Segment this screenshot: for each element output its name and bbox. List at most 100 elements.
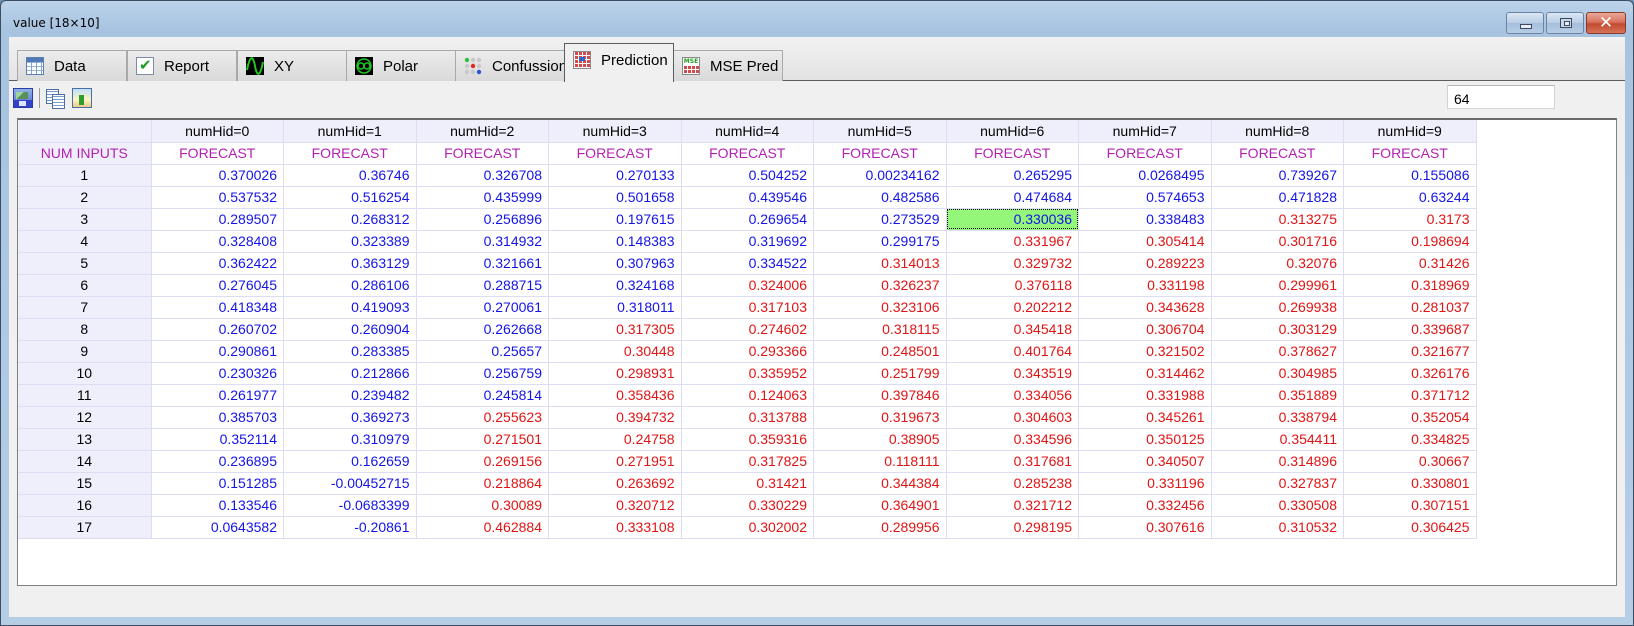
table-cell[interactable]: 0.63244 — [1343, 185, 1477, 209]
table-cell[interactable]: 0.202212 — [945, 295, 1079, 319]
table-cell[interactable]: 0.314462 — [1078, 361, 1212, 385]
table-cell[interactable]: 0.24758 — [548, 427, 682, 451]
table-cell[interactable]: 0.30448 — [548, 339, 682, 363]
tab-prediction[interactable]: Prediction — [564, 43, 674, 82]
table-cell[interactable]: 0.369273 — [283, 405, 417, 429]
table-cell[interactable]: 0.305414 — [1078, 229, 1212, 253]
row-header[interactable]: 10 — [18, 361, 152, 385]
forecast-sub-header[interactable]: FORECAST — [150, 141, 284, 165]
table-cell[interactable]: 0.371712 — [1343, 383, 1477, 407]
table-cell[interactable]: 0.338794 — [1210, 405, 1344, 429]
table-cell[interactable]: 0.335952 — [680, 361, 814, 385]
table-cell[interactable]: 0.289956 — [813, 515, 947, 539]
table-cell[interactable]: 0.317825 — [680, 449, 814, 473]
table-cell[interactable]: 0.307616 — [1078, 515, 1212, 539]
row-header[interactable]: 11 — [18, 383, 152, 407]
column-header[interactable]: numHid=0 — [150, 120, 284, 143]
prediction-grid[interactable]: numHid=0 numHid=1 numHid=2 numHid=3 numHid=4… — [17, 118, 1617, 586]
tab-mse-pred[interactable]: MSE Pred — [673, 50, 783, 81]
table-cell[interactable]: 0.362422 — [150, 251, 284, 275]
table-cell[interactable]: 0.268312 — [283, 207, 417, 231]
table-cell[interactable]: 0.310532 — [1210, 515, 1344, 539]
table-cell[interactable]: 0.30089 — [415, 493, 549, 517]
table-cell[interactable]: 0.148383 — [548, 229, 682, 253]
table-cell[interactable]: 0.351889 — [1210, 383, 1344, 407]
table-cell[interactable]: 0.269156 — [415, 449, 549, 473]
row-header[interactable]: 1 — [18, 163, 152, 187]
table-cell[interactable]: 0.331988 — [1078, 383, 1212, 407]
table-cell[interactable]: 0.339687 — [1343, 317, 1477, 341]
table-cell[interactable]: -0.0683399 — [283, 493, 417, 517]
table-cell[interactable]: 0.289223 — [1078, 251, 1212, 275]
table-cell[interactable]: 0.261977 — [150, 383, 284, 407]
table-cell[interactable]: 0.197615 — [548, 207, 682, 231]
table-cell[interactable]: 0.307963 — [548, 251, 682, 275]
forecast-sub-header[interactable]: FORECAST — [1343, 141, 1477, 165]
table-cell[interactable]: 0.345418 — [945, 317, 1079, 341]
table-cell[interactable]: 0.330508 — [1210, 493, 1344, 517]
table-cell[interactable]: 0.286106 — [283, 273, 417, 297]
forecast-sub-header[interactable]: FORECAST — [1078, 141, 1212, 165]
row-header[interactable]: 14 — [18, 449, 152, 473]
table-cell[interactable]: 0.319673 — [813, 405, 947, 429]
table-cell[interactable]: 0.324168 — [548, 273, 682, 297]
table-cell[interactable]: 0.317681 — [945, 449, 1079, 473]
table-cell[interactable]: 0.333108 — [548, 515, 682, 539]
table-cell[interactable]: 0.307151 — [1343, 493, 1477, 517]
forecast-sub-header[interactable]: FORECAST — [680, 141, 814, 165]
table-cell[interactable]: 0.318969 — [1343, 273, 1477, 297]
table-cell[interactable]: 0.317305 — [548, 317, 682, 341]
forecast-sub-header[interactable]: FORECAST — [415, 141, 549, 165]
table-cell[interactable]: 0.394732 — [548, 405, 682, 429]
tab-confussion[interactable]: Confussion — [455, 50, 567, 81]
table-cell[interactable]: 0.198694 — [1343, 229, 1477, 253]
forecast-sub-header[interactable]: FORECAST — [283, 141, 417, 165]
table-cell[interactable]: 0.36746 — [283, 163, 417, 187]
table-cell[interactable]: 0.343519 — [945, 361, 1079, 385]
table-cell[interactable]: 0.271951 — [548, 449, 682, 473]
table-cell[interactable]: 0.118111 — [813, 449, 947, 473]
table-cell[interactable]: 0.236895 — [150, 449, 284, 473]
table-cell[interactable]: 0.31426 — [1343, 251, 1477, 275]
forecast-sub-header[interactable]: FORECAST — [813, 141, 947, 165]
table-cell[interactable]: 0.319692 — [680, 229, 814, 253]
table-cell[interactable]: 0.314932 — [415, 229, 549, 253]
table-cell[interactable]: 0.321677 — [1343, 339, 1477, 363]
table-cell[interactable]: 0.301716 — [1210, 229, 1344, 253]
copy-button[interactable] — [45, 88, 65, 109]
table-cell[interactable]: 0.343628 — [1078, 295, 1212, 319]
forecast-sub-header[interactable]: FORECAST — [1210, 141, 1344, 165]
table-cell[interactable]: 0.323389 — [283, 229, 417, 253]
table-cell[interactable]: 0.269938 — [1210, 295, 1344, 319]
table-cell[interactable]: 0.124063 — [680, 383, 814, 407]
table-cell[interactable]: 0.439546 — [680, 185, 814, 209]
table-cell[interactable]: 0.328408 — [150, 229, 284, 253]
table-cell[interactable]: 0.288715 — [415, 273, 549, 297]
table-cell[interactable]: 0.344384 — [813, 471, 947, 495]
row-header[interactable]: 3 — [18, 207, 152, 231]
table-cell[interactable]: 0.326237 — [813, 273, 947, 297]
table-cell[interactable]: 0.435999 — [415, 185, 549, 209]
table-cell[interactable]: 0.313275 — [1210, 207, 1344, 231]
table-cell[interactable]: 0.334522 — [680, 251, 814, 275]
table-cell[interactable]: 0.385703 — [150, 405, 284, 429]
table-cell[interactable]: 0.321502 — [1078, 339, 1212, 363]
table-cell[interactable]: 0.327837 — [1210, 471, 1344, 495]
table-cell[interactable]: 0.314896 — [1210, 449, 1344, 473]
table-cell[interactable]: 0.3173 — [1343, 207, 1477, 231]
table-cell[interactable]: 0.321712 — [945, 493, 1079, 517]
table-cell[interactable]: 0.0643582 — [150, 515, 284, 539]
row-header[interactable]: 2 — [18, 185, 152, 209]
table-cell[interactable]: 0.299961 — [1210, 273, 1344, 297]
table-cell[interactable]: 0.151285 — [150, 471, 284, 495]
row-header[interactable]: 5 — [18, 251, 152, 275]
export-image-button[interactable] — [72, 88, 92, 108]
table-cell[interactable]: 0.290861 — [150, 339, 284, 363]
table-cell[interactable]: -0.20861 — [283, 515, 417, 539]
table-cell[interactable]: 0.321661 — [415, 251, 549, 275]
column-header[interactable]: numHid=8 — [1210, 120, 1344, 143]
column-header[interactable]: numHid=3 — [548, 120, 682, 143]
table-cell[interactable]: 0.285238 — [945, 471, 1079, 495]
table-cell[interactable]: 0.482586 — [813, 185, 947, 209]
table-cell[interactable]: 0.330229 — [680, 493, 814, 517]
